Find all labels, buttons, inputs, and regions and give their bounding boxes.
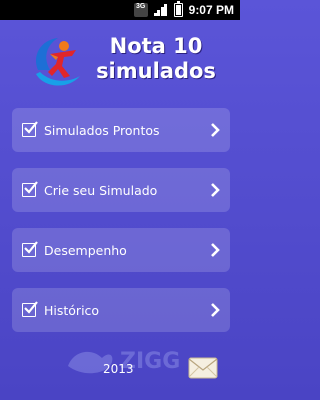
chevron-right-icon — [211, 303, 220, 317]
battery-icon — [173, 1, 183, 17]
copyright-year: 2013 — [103, 362, 134, 376]
network-3g-icon: 3G — [133, 3, 148, 17]
menu-item-crie-seu-simulado[interactable]: Crie seu Simulado — [12, 168, 230, 212]
menu-item-label: Crie seu Simulado — [44, 182, 158, 198]
menu-item-label: Simulados Prontos — [44, 122, 160, 138]
chevron-right-icon — [211, 183, 220, 197]
menu-item-simulados-prontos[interactable]: Simulados Prontos — [12, 108, 230, 152]
app-logo: Nota 10 simulados — [28, 28, 218, 98]
chevron-right-icon — [211, 243, 220, 257]
menu-item-desempenho[interactable]: Desempenho — [12, 228, 230, 272]
checkbox-check-icon — [22, 241, 38, 257]
menu-item-historico[interactable]: Histórico — [12, 288, 230, 332]
status-time: 9:07 PM — [188, 3, 234, 17]
checkbox-check-icon — [22, 181, 38, 197]
logo-text: Nota 10 simulados — [86, 34, 226, 84]
checkbox-check-icon — [22, 301, 38, 317]
mail-envelope-icon[interactable] — [188, 357, 218, 379]
main-menu: Simulados Prontos Crie seu Simulado Dese… — [12, 108, 230, 348]
checkbox-check-icon — [22, 121, 38, 137]
chevron-right-icon — [211, 123, 220, 137]
menu-item-label: Desempenho — [44, 242, 127, 258]
signal-strength-icon — [153, 4, 168, 16]
status-bar: 3G 9:07 PM — [0, 0, 240, 20]
logo-title-line2: simulados — [96, 59, 216, 83]
logo-figure-icon — [36, 38, 80, 86]
menu-item-label: Histórico — [44, 302, 100, 318]
logo-title-line1: Nota 10 — [109, 34, 203, 58]
